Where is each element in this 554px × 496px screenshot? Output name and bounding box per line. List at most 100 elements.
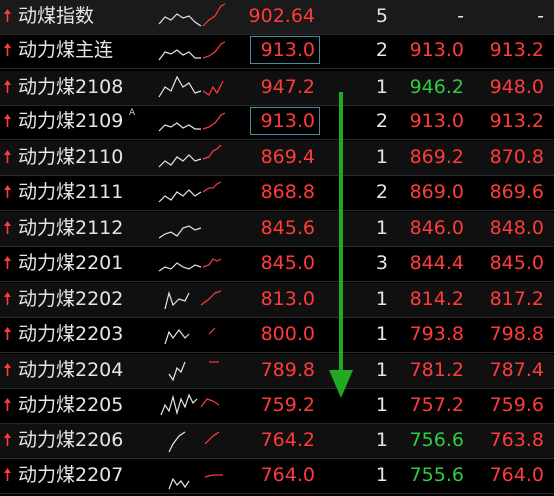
contract-name[interactable]: 动力煤2112	[18, 216, 123, 240]
contract-name[interactable]: 动力煤主连	[18, 38, 113, 62]
ask-price[interactable]: 764.0	[490, 463, 544, 487]
ask-price[interactable]: 870.8	[490, 145, 544, 169]
trade-volume: 1	[375, 323, 388, 345]
last-price[interactable]: 759.2	[261, 393, 315, 417]
trade-volume: 3	[375, 252, 388, 274]
up-arrow-icon	[4, 256, 11, 269]
contract-name[interactable]: 动力煤2205	[18, 393, 123, 417]
ask-price[interactable]: 869.6	[490, 180, 544, 204]
quote-row[interactable]: 动力煤2203 800.0 1 793.8 798.8	[0, 318, 554, 353]
trade-volume: 2	[375, 181, 388, 203]
intraday-sparkline-icon	[160, 393, 220, 416]
bid-price[interactable]: 756.6	[410, 428, 464, 452]
contract-name[interactable]: 动力煤2201	[18, 251, 123, 275]
contract-name[interactable]: 动煤指数	[18, 4, 94, 28]
quote-row[interactable]: 动力煤2205 759.2 1 757.2 759.6	[0, 389, 554, 424]
up-arrow-icon	[4, 80, 11, 93]
last-price[interactable]: 947.2	[261, 75, 315, 99]
ask-price[interactable]: 913.2	[490, 109, 544, 133]
ask-price[interactable]: 787.4	[490, 358, 544, 382]
bid-price[interactable]: 913.0	[410, 38, 464, 62]
last-price[interactable]: 789.8	[261, 358, 315, 382]
last-price[interactable]: 845.6	[261, 216, 315, 240]
bid-price[interactable]: 755.6	[410, 463, 464, 487]
contract-name[interactable]: 动力煤2111	[18, 180, 123, 204]
ask-price[interactable]: 798.8	[490, 322, 544, 346]
contract-name[interactable]: 动力煤2206	[18, 428, 123, 452]
intraday-sparkline-icon	[168, 361, 219, 382]
ask-price[interactable]: 759.6	[490, 393, 544, 417]
up-arrow-icon	[4, 150, 11, 163]
contract-name[interactable]: 动力煤2202	[18, 287, 123, 311]
bid-price[interactable]: 793.8	[410, 322, 464, 346]
contract-name[interactable]: 动力煤2108	[18, 75, 123, 99]
last-price[interactable]: 868.8	[261, 180, 315, 204]
bid-price[interactable]: 869.2	[410, 145, 464, 169]
intraday-sparkline-icon	[158, 41, 226, 61]
trade-volume: 5	[375, 5, 388, 27]
trade-volume: 1	[375, 146, 388, 168]
intraday-sparkline-icon	[158, 181, 222, 203]
futures-quote-table: 动煤指数 902.64 5 - - 动力煤主连 913.0 2 913.0 913.2 动力煤210…	[0, 0, 554, 496]
up-arrow-icon	[4, 433, 11, 446]
quote-row[interactable]: 动力煤2111 868.8 2 869.0 869.6	[0, 176, 554, 211]
last-price[interactable]: 913.0	[261, 109, 315, 133]
intraday-sparkline-icon	[158, 3, 226, 27]
ask-price[interactable]: 763.8	[490, 428, 544, 452]
bid-price[interactable]: 757.2	[410, 393, 464, 417]
up-arrow-icon	[4, 327, 11, 340]
quote-row[interactable]: 动力煤2109 A 913.0 2 913.0 913.2	[0, 105, 554, 140]
intraday-sparkline-icon	[158, 75, 224, 98]
bid-price[interactable]: 869.0	[410, 180, 464, 204]
ask-price[interactable]: 948.0	[490, 75, 544, 99]
quote-row[interactable]: 动煤指数 902.64 5 - -	[0, 0, 554, 35]
bid-price[interactable]: 781.2	[410, 358, 464, 382]
contract-name[interactable]: 动力煤2203	[18, 322, 123, 346]
bid-price[interactable]: 946.2	[410, 75, 464, 99]
trade-volume: 2	[375, 110, 388, 132]
quote-row[interactable]: 动力煤2206 764.2 1 756.6 763.8	[0, 424, 554, 459]
contract-name[interactable]: 动力煤2207	[18, 463, 123, 487]
last-price[interactable]: 813.0	[261, 287, 315, 311]
intraday-sparkline-icon	[158, 225, 202, 239]
ask-price[interactable]: 845.0	[490, 251, 544, 275]
intraday-sparkline-icon	[168, 431, 220, 453]
last-price[interactable]: 913.0	[261, 38, 315, 62]
quote-row[interactable]: 动力煤2108 947.2 1 946.2 948.0	[0, 71, 554, 106]
trade-volume: 1	[375, 288, 388, 310]
up-arrow-icon	[4, 9, 11, 22]
bid-price[interactable]: 844.4	[410, 251, 464, 275]
intraday-sparkline-icon	[158, 144, 222, 168]
ask-price[interactable]: -	[537, 4, 544, 28]
contract-name[interactable]: 动力煤2110	[18, 145, 123, 169]
ask-price[interactable]: 913.2	[490, 38, 544, 62]
bid-price[interactable]: 814.2	[410, 287, 464, 311]
last-price[interactable]: 764.2	[261, 428, 315, 452]
up-arrow-icon	[4, 43, 11, 56]
quote-row[interactable]: 动力煤2110 869.4 1 869.2 870.8	[0, 141, 554, 176]
ask-price[interactable]: 817.2	[490, 287, 544, 311]
last-price[interactable]: 764.0	[261, 463, 315, 487]
up-arrow-icon	[4, 363, 11, 376]
contract-name[interactable]: 动力煤2204	[18, 358, 123, 382]
quote-row[interactable]: 动力煤2204 789.8 1 781.2 787.4	[0, 354, 554, 389]
last-price[interactable]: 902.64	[249, 4, 315, 28]
up-arrow-icon	[4, 221, 11, 234]
quote-row[interactable]: 动力煤2112 845.6 1 846.0 848.0	[0, 212, 554, 247]
trade-volume: 1	[375, 76, 388, 98]
quote-row[interactable]: 动力煤2202 813.0 1 814.2 817.2	[0, 283, 554, 318]
bid-price[interactable]: -	[457, 4, 464, 28]
trade-volume: 1	[375, 429, 388, 451]
quote-row[interactable]: 动力煤2201 845.0 3 844.4 845.0	[0, 247, 554, 282]
trade-volume: 1	[375, 359, 388, 381]
bid-price[interactable]: 913.0	[410, 109, 464, 133]
quote-row[interactable]: 动力煤主连 913.0 2 913.0 913.2	[0, 34, 554, 69]
ask-price[interactable]: 848.0	[490, 216, 544, 240]
last-price[interactable]: 869.4	[261, 145, 315, 169]
quote-row[interactable]: 动力煤2207 764.0 1 755.6 764.0	[0, 459, 554, 494]
bid-price[interactable]: 846.0	[410, 216, 464, 240]
last-price[interactable]: 845.0	[261, 251, 315, 275]
intraday-sparkline-icon	[168, 474, 223, 490]
last-price[interactable]: 800.0	[261, 322, 315, 346]
contract-name[interactable]: 动力煤2109	[18, 109, 123, 133]
